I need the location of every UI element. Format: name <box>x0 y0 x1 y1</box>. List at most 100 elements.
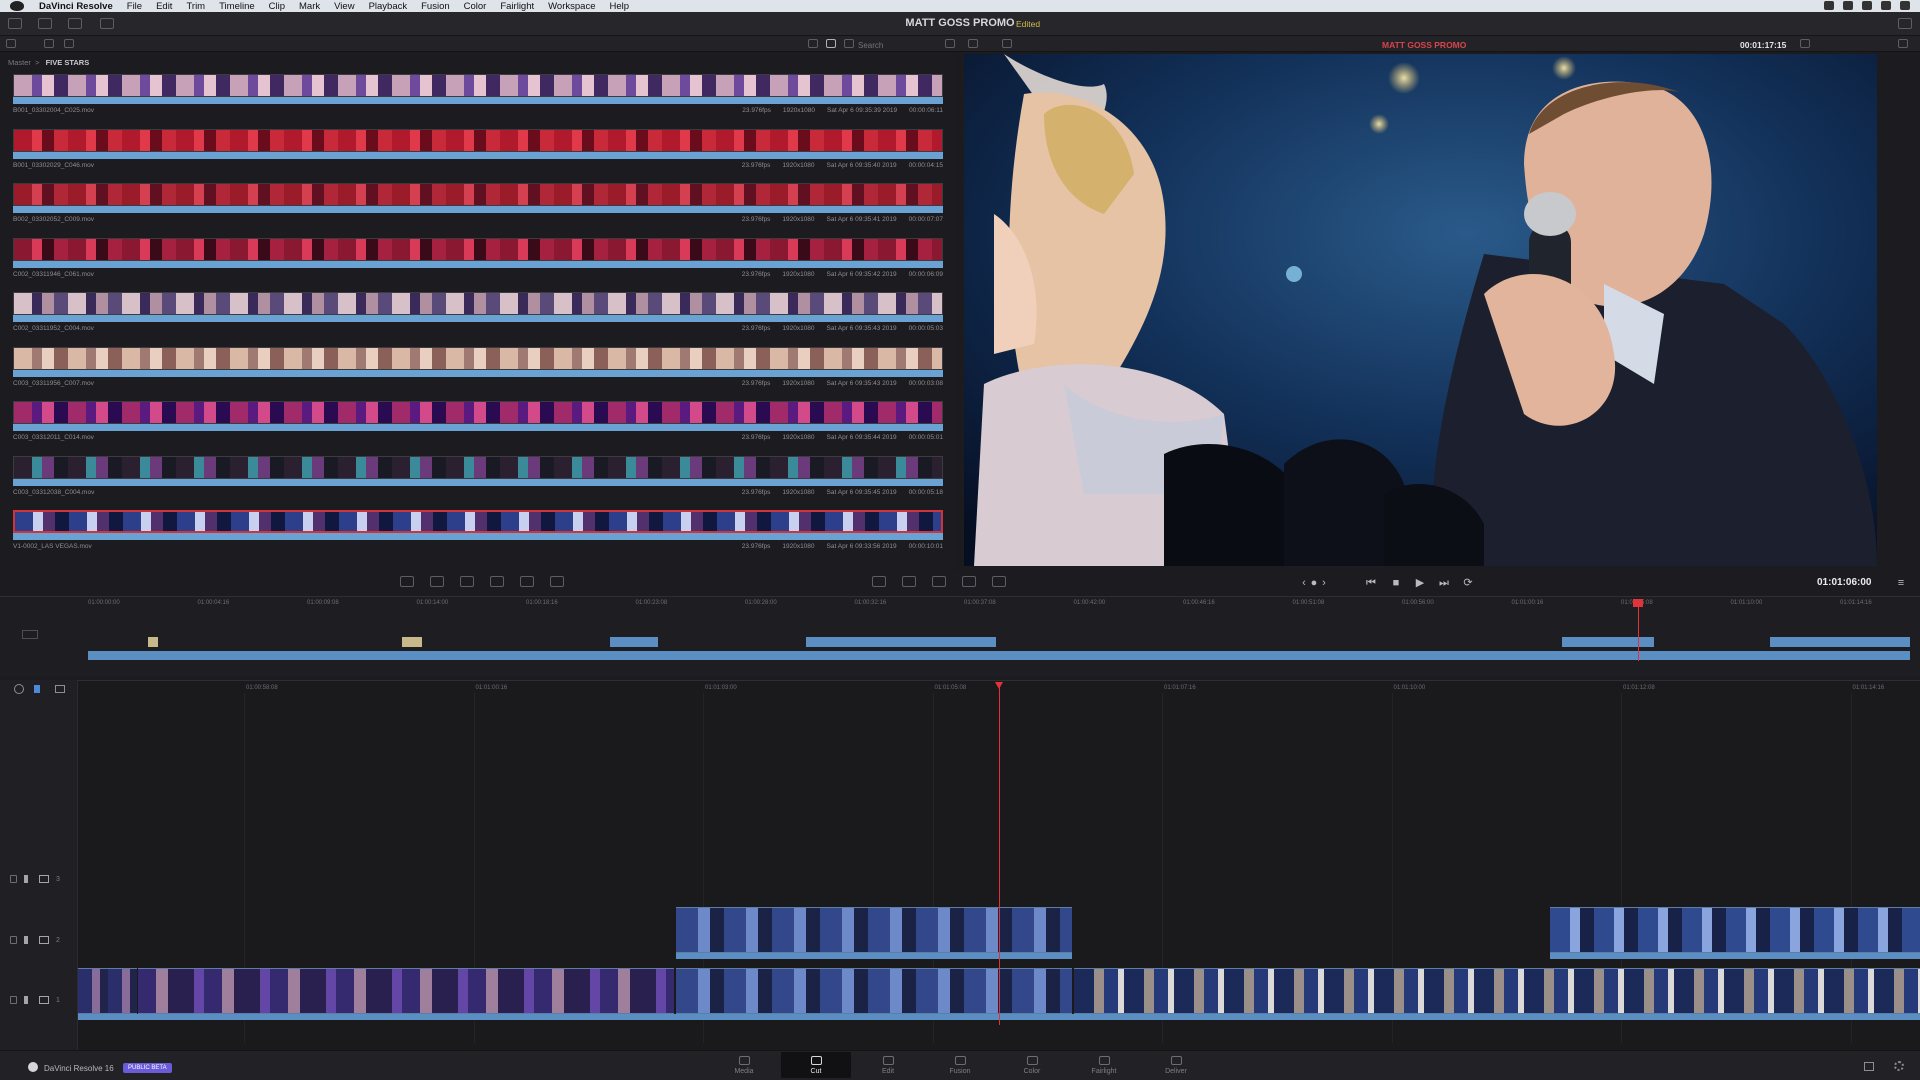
menu-item-timeline[interactable]: Timeline <box>219 1 255 12</box>
v2-clip-las-vegas[interactable] <box>676 907 1072 953</box>
page-tab-fusion[interactable]: Fusion <box>925 1052 995 1078</box>
place-on-top-icon[interactable] <box>520 576 534 587</box>
clip-item[interactable]: B001_03302004_C025.mov 23.976fps 1920x1080… <box>13 70 943 124</box>
page-tab-edit[interactable]: Edit <box>853 1052 923 1078</box>
breadcrumb-current[interactable]: FIVE STARS <box>46 58 90 67</box>
lock-icon[interactable] <box>10 996 17 1004</box>
next-edit-icon[interactable]: › <box>1318 577 1330 589</box>
upper-video-clip[interactable] <box>610 637 658 647</box>
strip-view-icon[interactable] <box>826 39 836 48</box>
viewer-options-icon[interactable] <box>1800 39 1810 48</box>
audio-meter-icon[interactable] <box>1898 39 1908 48</box>
bin-icon[interactable] <box>44 39 54 48</box>
upper-timeline-ruler[interactable]: 01:00:00:00 01:00:04:16 01:00:09:08 01:00:1… <box>0 597 1920 609</box>
menu-item-fusion[interactable]: Fusion <box>421 1 450 12</box>
spotlight-icon[interactable] <box>1862 1 1872 10</box>
zoom-icon[interactable] <box>872 576 886 587</box>
menu-item-color[interactable]: Color <box>464 1 487 12</box>
ripple-overwrite-icon[interactable] <box>460 576 474 587</box>
clip-filmstrip[interactable] <box>13 292 943 315</box>
trim-icon[interactable] <box>902 576 916 587</box>
fullscreen-icon[interactable] <box>1898 18 1912 29</box>
clip-item[interactable]: C002_03311952_C004.mov 23.976fps 1920x1080… <box>13 288 943 342</box>
folder-icon[interactable] <box>64 39 74 48</box>
menu-item-mark[interactable]: Mark <box>299 1 320 12</box>
menu-item-clip[interactable]: Clip <box>269 1 285 12</box>
menu-item-file[interactable]: File <box>127 1 142 12</box>
page-tab-media[interactable]: Media <box>709 1052 779 1078</box>
skip-back-icon[interactable]: ⏮ <box>1365 577 1377 589</box>
monitor-icon[interactable] <box>39 875 49 883</box>
battery-icon[interactable] <box>1843 1 1853 10</box>
lock-icon[interactable] <box>10 875 17 883</box>
speaker-icon[interactable] <box>24 996 32 1004</box>
lower-playhead-handle[interactable] <box>995 682 1003 689</box>
monitor-icon[interactable] <box>39 936 49 944</box>
apple-icon[interactable] <box>10 1 24 11</box>
clip-filmstrip[interactable] <box>13 237 943 261</box>
source-viewer[interactable] <box>964 54 1877 566</box>
play-icon[interactable]: ▶ <box>1414 577 1426 589</box>
upper-playhead[interactable] <box>1638 601 1639 661</box>
monitor-icon[interactable] <box>39 996 49 1004</box>
skip-forward-icon[interactable]: ⏭ <box>1438 577 1450 589</box>
speaker-icon[interactable] <box>24 936 32 944</box>
menu-item-edit[interactable]: Edit <box>156 1 172 12</box>
close-up-icon[interactable] <box>490 576 504 587</box>
clip-item[interactable]: V1-0002_LAS VEGAS.mov 23.976fps 1920x1080 S… <box>13 506 943 560</box>
clip-item[interactable]: B001_03302029_C046.mov 23.976fps 1920x1080… <box>13 125 943 179</box>
viewer-mode-icon[interactable] <box>968 39 978 48</box>
menu-item-help[interactable]: Help <box>609 1 629 12</box>
v1-clip-a[interactable] <box>78 968 137 1014</box>
menu-item-fairlight[interactable]: Fairlight <box>500 1 534 12</box>
breadcrumb-root[interactable]: Master <box>8 58 31 67</box>
stop-icon[interactable]: ■ <box>1390 577 1402 589</box>
search-input[interactable] <box>858 40 938 51</box>
upper-audio-clip[interactable] <box>148 637 158 647</box>
audio-icon[interactable] <box>932 576 946 587</box>
control-center-icon[interactable] <box>1900 1 1910 10</box>
source-overwrite-icon[interactable] <box>550 576 564 587</box>
loop-icon[interactable]: ⟳ <box>1462 577 1474 589</box>
upper-timeline-thumb-icon[interactable] <box>22 630 38 639</box>
list-view-icon[interactable] <box>844 39 854 48</box>
clip-filmstrip[interactable] <box>13 510 943 533</box>
clip-item[interactable]: B002_03302052_C009.mov 23.976fps 1920x1080… <box>13 179 943 233</box>
clip-filmstrip[interactable] <box>13 346 943 370</box>
v1-clip-b[interactable] <box>138 968 674 1014</box>
source-tape-icon[interactable] <box>962 576 976 587</box>
track-height-icon[interactable] <box>55 685 65 693</box>
v1-clip-c[interactable] <box>676 968 1072 1014</box>
panel-divider[interactable] <box>955 52 961 572</box>
menu-item-view[interactable]: View <box>334 1 354 12</box>
speaker-icon[interactable] <box>24 875 32 883</box>
clip-item[interactable]: C003_03312038_C004.mov 23.976fps 1920x1080… <box>13 452 943 506</box>
page-tab-fairlight[interactable]: Fairlight <box>1069 1052 1139 1078</box>
append-icon[interactable] <box>430 576 444 587</box>
clip-item[interactable]: C003_03312011_C014.mov 23.976fps 1920x1080… <box>13 397 943 451</box>
lock-icon[interactable] <box>10 936 17 944</box>
wifi-icon[interactable] <box>1824 1 1834 10</box>
menu-app-name[interactable]: DaVinci Resolve <box>39 1 113 12</box>
upper-video-clip[interactable] <box>1562 637 1654 647</box>
timeline-options-icon[interactable] <box>992 576 1006 587</box>
upper-video-clip[interactable] <box>1770 637 1910 647</box>
upper-video-clip[interactable] <box>806 637 996 647</box>
sort-icon[interactable] <box>945 39 955 48</box>
clip-filmstrip[interactable] <box>13 401 943 424</box>
clip-item[interactable]: C003_03311956_C007.mov 23.976fps 1920x1080… <box>13 343 943 397</box>
menu-item-trim[interactable]: Trim <box>186 1 205 12</box>
viewer-layout-icon[interactable] <box>1002 39 1012 48</box>
menu-item-workspace[interactable]: Workspace <box>548 1 595 12</box>
clip-item[interactable]: C002_03311946_C061.mov 23.976fps 1920x1080… <box>13 234 943 288</box>
menu-item-playback[interactable]: Playback <box>369 1 408 12</box>
page-tab-cut[interactable]: Cut <box>781 1052 851 1078</box>
v2-clip-las-vegas-2[interactable] <box>1550 907 1920 953</box>
smart-insert-icon[interactable] <box>400 576 414 587</box>
upper-timeline[interactable]: 01:00:00:00 01:00:04:16 01:00:09:08 01:00:1… <box>0 596 1920 676</box>
clip-filmstrip[interactable] <box>13 128 943 152</box>
viewer-menu-icon[interactable]: ≡ <box>1895 577 1907 589</box>
upper-audio-clip[interactable] <box>402 637 422 647</box>
user-icon[interactable] <box>1881 1 1891 10</box>
clip-filmstrip[interactable] <box>13 183 943 206</box>
